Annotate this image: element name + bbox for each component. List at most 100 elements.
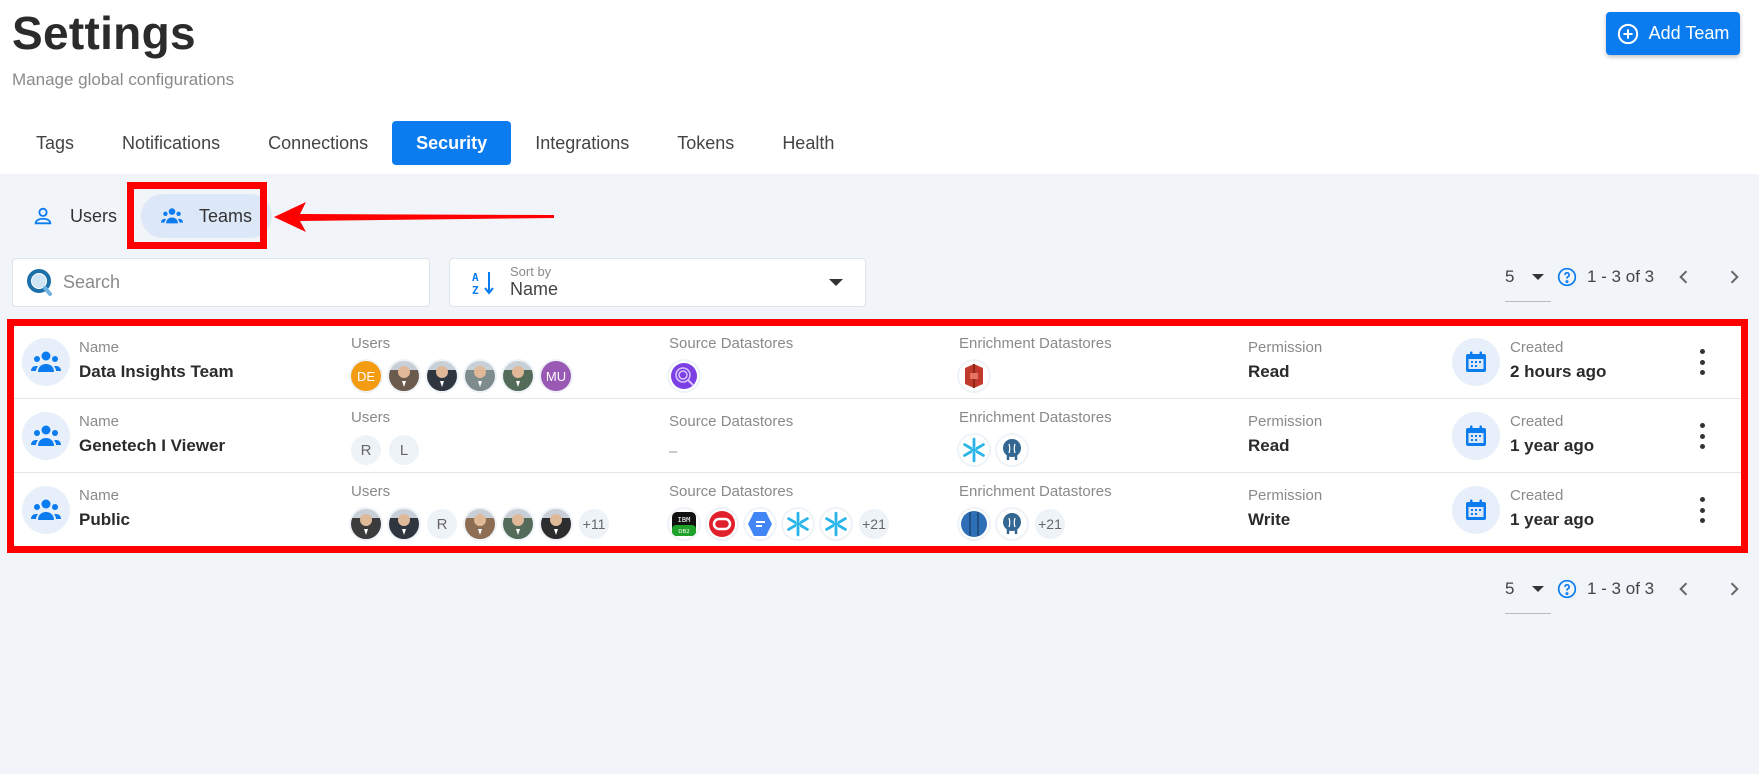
snowflake-icon[interactable] bbox=[783, 509, 813, 539]
user-avatar-photo[interactable] bbox=[389, 361, 419, 391]
sort-by-select[interactable]: AZ Sort by Name bbox=[449, 258, 866, 307]
user-avatar-photo[interactable] bbox=[465, 509, 495, 539]
tab-integrations[interactable]: Integrations bbox=[511, 121, 653, 165]
tab-health[interactable]: Health bbox=[758, 121, 858, 165]
chevron-down-icon bbox=[1532, 274, 1544, 280]
user-avatar-photo[interactable] bbox=[427, 361, 457, 391]
name-label: Name bbox=[79, 413, 120, 430]
tab-tokens[interactable]: Tokens bbox=[653, 121, 758, 165]
team-name[interactable]: Genetech I Viewer bbox=[79, 436, 225, 456]
team-row[interactable]: Name Public Users R +11 Source Datastores IBM D… bbox=[14, 473, 1741, 547]
tab-security[interactable]: Security bbox=[392, 121, 512, 165]
chevron-right-icon[interactable] bbox=[1724, 579, 1744, 599]
users-avatars: DE MU bbox=[351, 361, 571, 391]
team-icon bbox=[22, 486, 70, 534]
permission-value: Read bbox=[1248, 362, 1290, 381]
created-value: 2 hours ago bbox=[1510, 362, 1607, 381]
permission-value: Write bbox=[1248, 510, 1291, 529]
user-avatar-photo[interactable] bbox=[503, 509, 533, 539]
user-avatar[interactable]: R bbox=[351, 435, 381, 465]
page-size-value: 5 bbox=[1505, 579, 1515, 598]
chevron-left-icon[interactable] bbox=[1674, 579, 1694, 599]
chevron-right-icon[interactable] bbox=[1724, 267, 1744, 287]
enrichment-datastores bbox=[959, 435, 1027, 465]
source-datastores bbox=[669, 361, 699, 391]
enrichment-datastores-label: Enrichment Datastores bbox=[959, 335, 1112, 352]
user-avatar[interactable]: R bbox=[427, 509, 457, 539]
more-options-icon[interactable] bbox=[1692, 497, 1712, 523]
postgresql-icon[interactable] bbox=[997, 509, 1027, 539]
more-datastores-badge[interactable]: +21 bbox=[859, 509, 889, 539]
page-size-select[interactable]: 5 bbox=[1505, 262, 1551, 302]
permission-value: Read bbox=[1248, 436, 1290, 455]
pagination-range: 1 - 3 of 3 bbox=[1587, 579, 1655, 598]
user-avatar-photo[interactable] bbox=[351, 509, 381, 539]
svg-text:DB2: DB2 bbox=[678, 529, 690, 535]
ibm-db2-icon[interactable]: IBM DB2 bbox=[669, 509, 699, 539]
snowflake-icon[interactable] bbox=[821, 509, 851, 539]
postgresql-icon[interactable] bbox=[997, 435, 1027, 465]
users-avatars: R +11 bbox=[351, 509, 609, 539]
user-avatar-photo[interactable] bbox=[389, 509, 419, 539]
add-team-button[interactable]: Add Team bbox=[1606, 12, 1740, 55]
help-icon[interactable] bbox=[1557, 579, 1577, 599]
user-avatar[interactable]: MU bbox=[541, 361, 571, 391]
google-bigquery-icon[interactable] bbox=[745, 509, 775, 539]
tab-tags[interactable]: Tags bbox=[12, 121, 98, 165]
user-avatar-photo[interactable] bbox=[465, 361, 495, 391]
permission-label: Permission bbox=[1248, 413, 1323, 430]
more-datastores-badge[interactable]: +21 bbox=[1035, 509, 1065, 539]
user-avatar-photo[interactable] bbox=[503, 361, 533, 391]
more-users-badge[interactable]: +11 bbox=[579, 509, 609, 539]
sort-by-value: Name bbox=[510, 278, 559, 299]
annotation-arrow-icon bbox=[274, 202, 554, 232]
created-label: Created bbox=[1510, 339, 1564, 356]
user-avatar[interactable]: L bbox=[389, 435, 419, 465]
oracle-icon[interactable] bbox=[707, 509, 737, 539]
user-avatar-photo[interactable] bbox=[541, 509, 571, 539]
subtab-teams[interactable]: Teams bbox=[141, 194, 273, 238]
chevron-left-icon[interactable] bbox=[1674, 267, 1694, 287]
created-label: Created bbox=[1510, 487, 1564, 504]
more-options-icon[interactable] bbox=[1692, 349, 1712, 375]
enrichment-datastores: +21 bbox=[959, 509, 1065, 539]
enrichment-datastores-label: Enrichment Datastores bbox=[959, 483, 1112, 500]
team-icon bbox=[22, 338, 70, 386]
add-team-label: Add Team bbox=[1648, 23, 1730, 43]
permission-label: Permission bbox=[1248, 339, 1323, 356]
team-row[interactable]: Name Data Insights Team Users DE MU Source Da… bbox=[14, 325, 1741, 399]
source-datastores-label: Source Datastores bbox=[669, 335, 794, 352]
snowflake-icon[interactable] bbox=[959, 435, 989, 465]
plus-circle-icon bbox=[1617, 23, 1638, 44]
sort-alpha-icon: AZ bbox=[472, 271, 494, 296]
users-label: Users bbox=[351, 335, 391, 352]
search-field[interactable] bbox=[12, 258, 430, 307]
help-icon[interactable] bbox=[1557, 267, 1577, 287]
created-label: Created bbox=[1510, 413, 1564, 430]
search-input[interactable] bbox=[63, 272, 403, 293]
amazon-redshift-icon[interactable] bbox=[959, 509, 989, 539]
team-row[interactable]: Name Genetech I Viewer Users R L Source Datas… bbox=[14, 399, 1741, 473]
subtab-users[interactable]: Users bbox=[14, 194, 135, 238]
enrichment-datastores bbox=[959, 361, 989, 391]
user-avatar[interactable]: DE bbox=[351, 361, 381, 391]
tab-connections[interactable]: Connections bbox=[244, 121, 392, 165]
svg-text:Z: Z bbox=[472, 284, 479, 296]
name-label: Name bbox=[79, 487, 120, 504]
created-value: 1 year ago bbox=[1510, 436, 1595, 455]
security-subtabs: Users Teams bbox=[14, 194, 273, 238]
empty-source-datastores: – bbox=[669, 443, 678, 460]
calendar-icon bbox=[1452, 338, 1500, 386]
team-name[interactable]: Data Insights Team bbox=[79, 362, 234, 382]
tab-notifications[interactable]: Notifications bbox=[98, 121, 244, 165]
pagination-top: 5 1 - 3 of 3 bbox=[1505, 262, 1744, 302]
user-icon bbox=[34, 207, 52, 225]
amazon-s3-icon[interactable] bbox=[959, 361, 989, 391]
more-options-icon[interactable] bbox=[1692, 423, 1712, 449]
qualytics-icon[interactable] bbox=[669, 361, 699, 391]
calendar-icon bbox=[1452, 412, 1500, 460]
team-name[interactable]: Public bbox=[79, 510, 130, 530]
chevron-down-icon bbox=[1532, 586, 1544, 592]
page-size-select[interactable]: 5 bbox=[1505, 574, 1551, 614]
source-datastores: IBM DB2 +21 bbox=[669, 509, 889, 539]
